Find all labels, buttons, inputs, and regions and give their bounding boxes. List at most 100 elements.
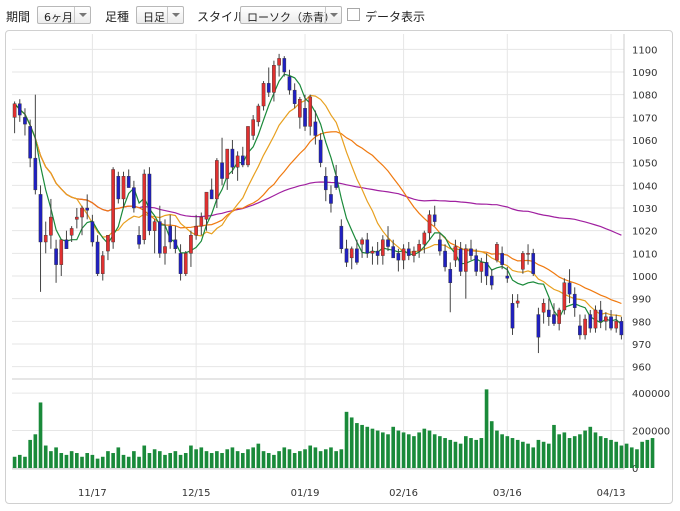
price-tick-label: 1100 xyxy=(632,45,657,56)
volume-bar xyxy=(406,434,411,468)
candle-body xyxy=(318,139,323,163)
candle-body xyxy=(235,155,240,168)
volume-bar xyxy=(349,417,354,468)
candle-body xyxy=(183,253,188,274)
volume-bar xyxy=(588,426,593,468)
candle-body xyxy=(106,234,110,252)
volume-bar xyxy=(546,443,551,468)
volume-bar xyxy=(458,443,463,468)
x-tick-label: 01/19 xyxy=(291,488,320,499)
volume-bar xyxy=(614,441,619,468)
candle-body xyxy=(593,309,598,329)
candle-body xyxy=(28,126,32,159)
candle-body xyxy=(54,248,58,265)
volume-bar xyxy=(59,453,64,468)
candle-body xyxy=(515,300,520,304)
volume-bar xyxy=(443,438,447,468)
candle-body xyxy=(147,173,152,231)
candle-body xyxy=(526,253,530,255)
candle-body xyxy=(132,187,136,209)
volume-bar xyxy=(28,439,32,468)
volume-bar xyxy=(85,453,90,468)
volume-bar xyxy=(370,428,375,468)
ma-75-line xyxy=(14,103,622,236)
volume-bar xyxy=(531,447,536,468)
volume-bar xyxy=(194,449,198,468)
candle-body xyxy=(116,176,121,200)
candle-body xyxy=(277,58,281,66)
volume-tick-label: 200000 xyxy=(632,427,670,438)
candle-body xyxy=(604,316,608,322)
candle-body xyxy=(443,250,447,268)
volume-bar xyxy=(562,432,567,468)
volume-bar xyxy=(189,445,193,468)
candle-body xyxy=(272,64,276,93)
volume-bar xyxy=(261,451,266,468)
candle-body xyxy=(49,216,53,236)
candle-body xyxy=(209,189,214,200)
volume-bar xyxy=(235,451,240,468)
volume-bar xyxy=(116,447,121,468)
candle-body xyxy=(85,207,90,211)
volume-bar xyxy=(635,449,639,468)
volume-bar xyxy=(256,443,261,468)
candle-body xyxy=(80,207,84,218)
candle-body xyxy=(474,255,478,272)
candle-body xyxy=(344,248,349,263)
candle-body xyxy=(438,239,442,252)
price-tick-label: 1050 xyxy=(632,159,657,170)
volume-bar xyxy=(163,454,167,468)
candle-body xyxy=(111,169,115,243)
volume-bar xyxy=(220,453,224,468)
volume-bar xyxy=(303,449,307,468)
volume-bar xyxy=(401,432,406,468)
candle-body xyxy=(578,325,582,336)
x-tick-label: 02/16 xyxy=(389,488,418,499)
volume-bar xyxy=(484,389,489,468)
volume-bar xyxy=(526,443,530,468)
price-tick-label: 1030 xyxy=(632,204,657,215)
candle-body xyxy=(609,316,613,329)
volume-bar xyxy=(598,436,603,468)
candle-body xyxy=(531,253,536,274)
candle-body xyxy=(215,160,219,200)
volume-bar xyxy=(318,451,323,468)
candle-body xyxy=(308,96,313,127)
volume-bar xyxy=(463,436,468,468)
volume-bar xyxy=(12,456,17,468)
volume-bar xyxy=(126,456,131,468)
candle-body xyxy=(313,121,318,136)
candle-body xyxy=(339,225,344,249)
candle-body xyxy=(448,269,453,284)
candle-body xyxy=(100,255,105,274)
candle-body xyxy=(412,250,416,256)
volume-bar xyxy=(541,441,546,468)
price-tick-label: 1010 xyxy=(632,249,657,260)
volume-bar xyxy=(360,424,364,468)
volume-bar xyxy=(277,451,281,468)
candle-body xyxy=(546,309,551,318)
volume-bar xyxy=(168,453,173,468)
candle-body xyxy=(256,105,261,123)
candle-body xyxy=(292,89,297,104)
candle-body xyxy=(17,103,22,116)
candle-body xyxy=(142,173,147,240)
volume-bar xyxy=(43,445,48,468)
candle-body xyxy=(360,239,364,245)
volume-bar xyxy=(500,434,504,468)
volume-bar xyxy=(479,438,484,468)
candle-body xyxy=(521,253,525,270)
stock-chart: 960 970 980 990 1000 1010 1020 1030 1040 1050 1060… xyxy=(12,34,670,499)
volume-bar xyxy=(552,424,556,468)
price-tick-label: 1020 xyxy=(632,227,657,238)
volume-bar xyxy=(313,447,318,468)
candle-body xyxy=(541,303,546,313)
candle-body xyxy=(158,221,162,254)
volume-bar xyxy=(287,449,292,468)
volume-bar xyxy=(95,458,100,468)
volume-bar xyxy=(453,441,458,468)
price-tick-label: 1090 xyxy=(632,68,657,79)
candle-body xyxy=(422,232,427,245)
volume-bar xyxy=(147,453,152,468)
volume-bar xyxy=(427,430,432,468)
